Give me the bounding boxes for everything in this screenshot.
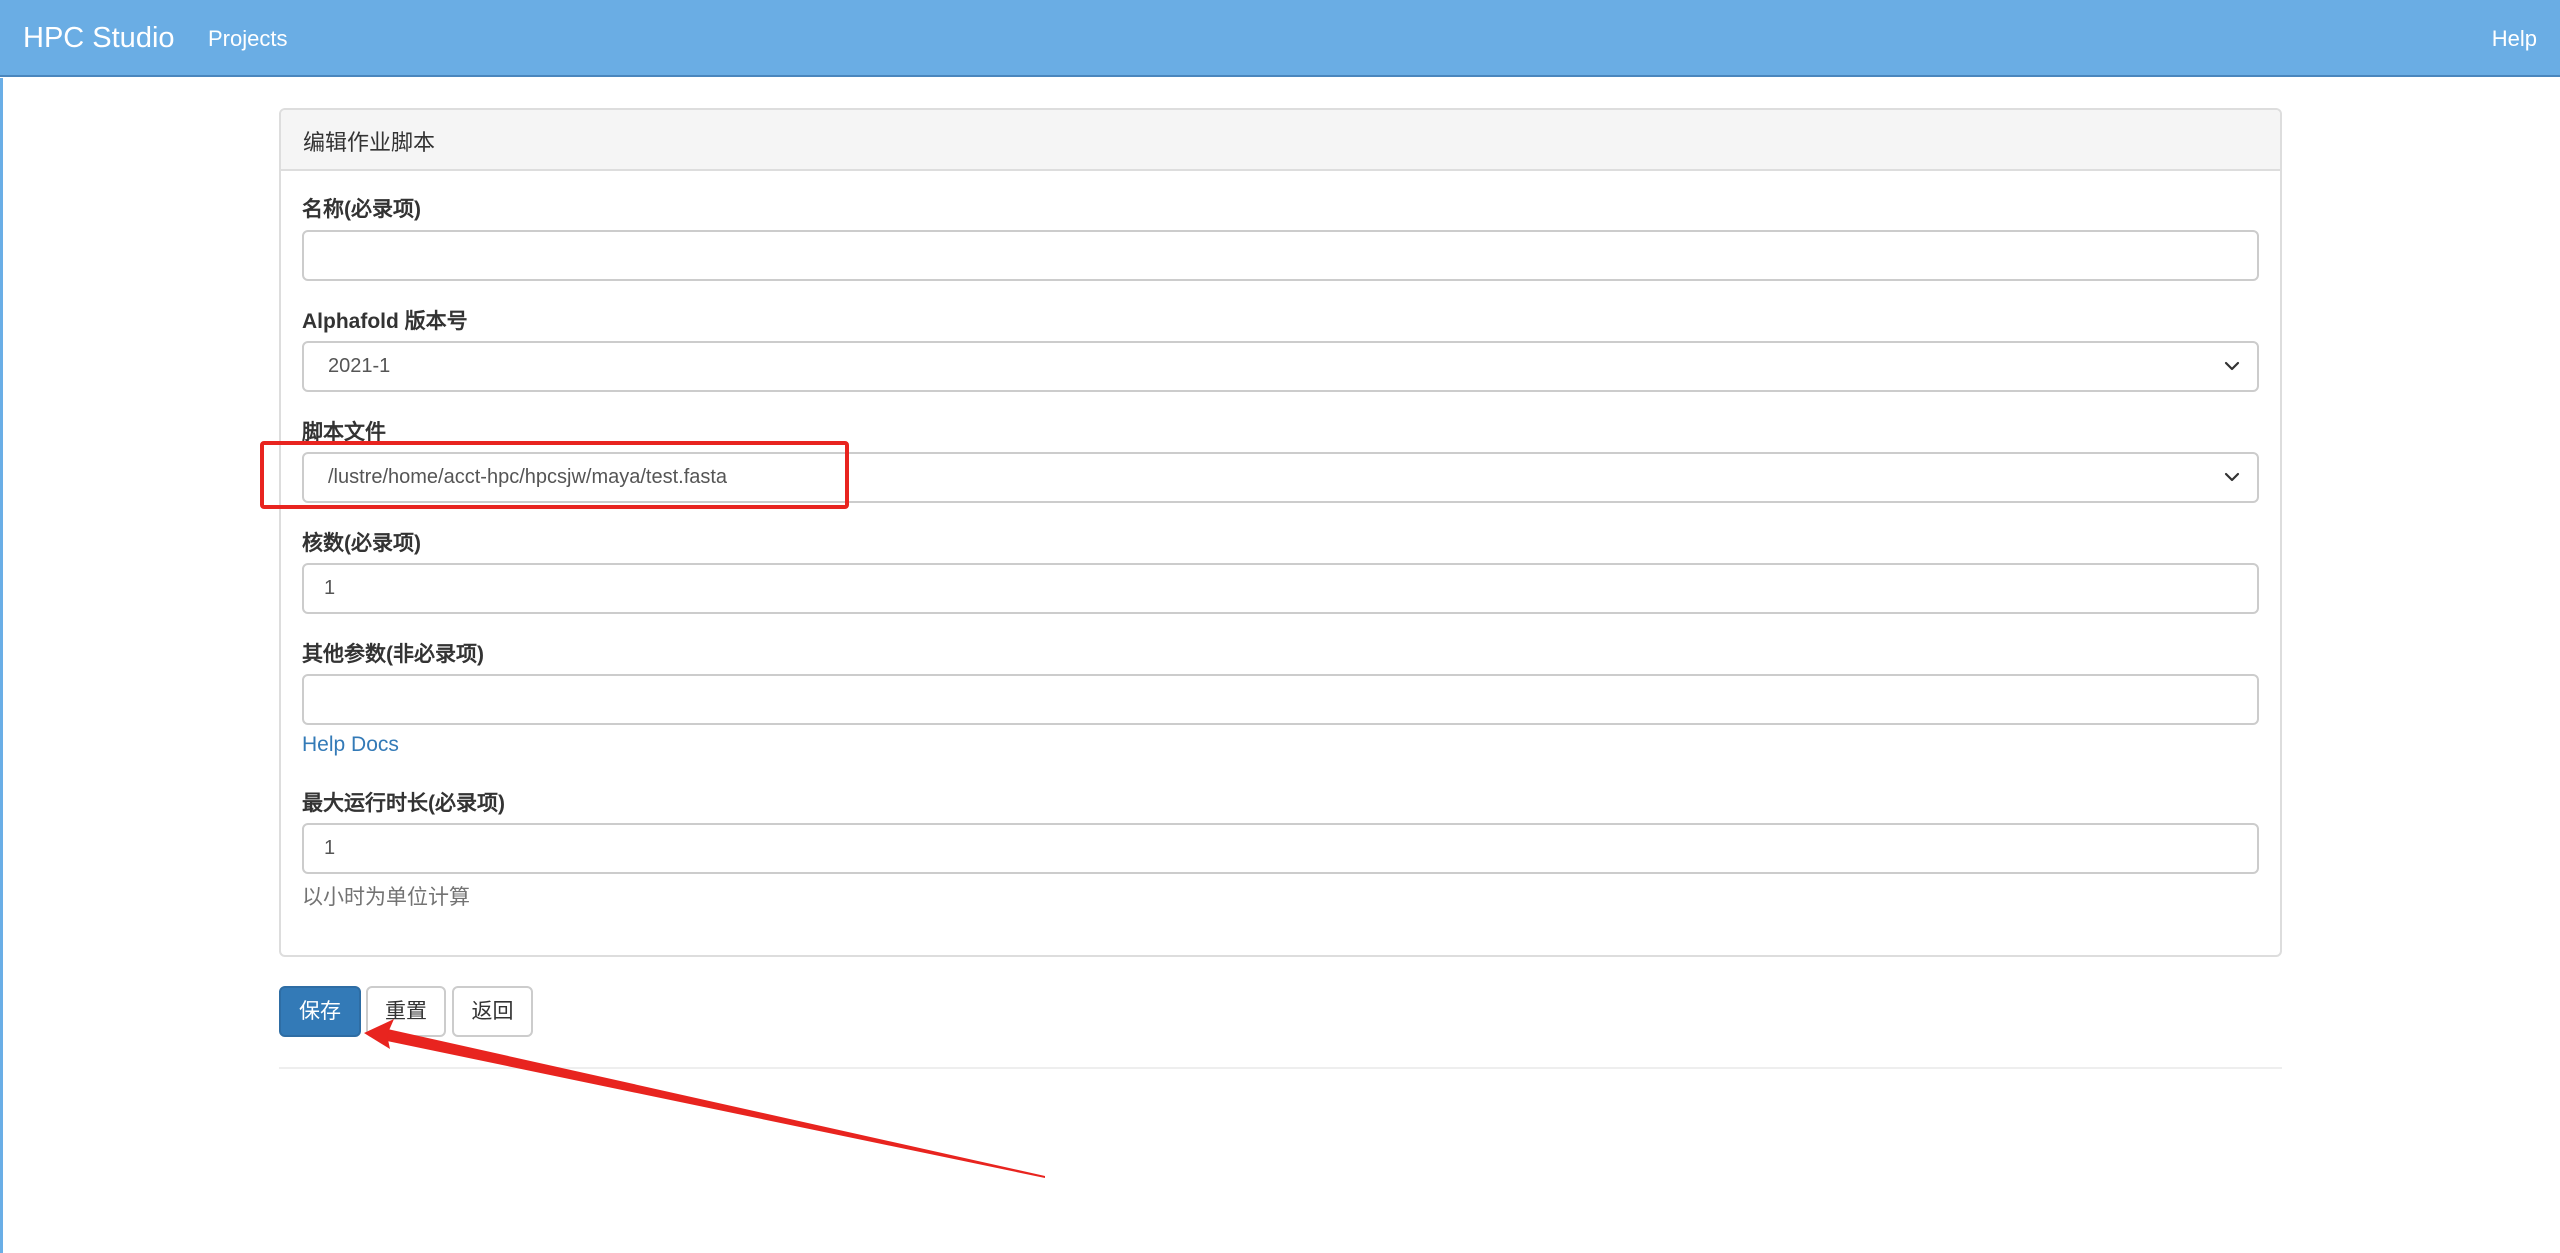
annotation-arrow-icon <box>364 1019 1045 1178</box>
